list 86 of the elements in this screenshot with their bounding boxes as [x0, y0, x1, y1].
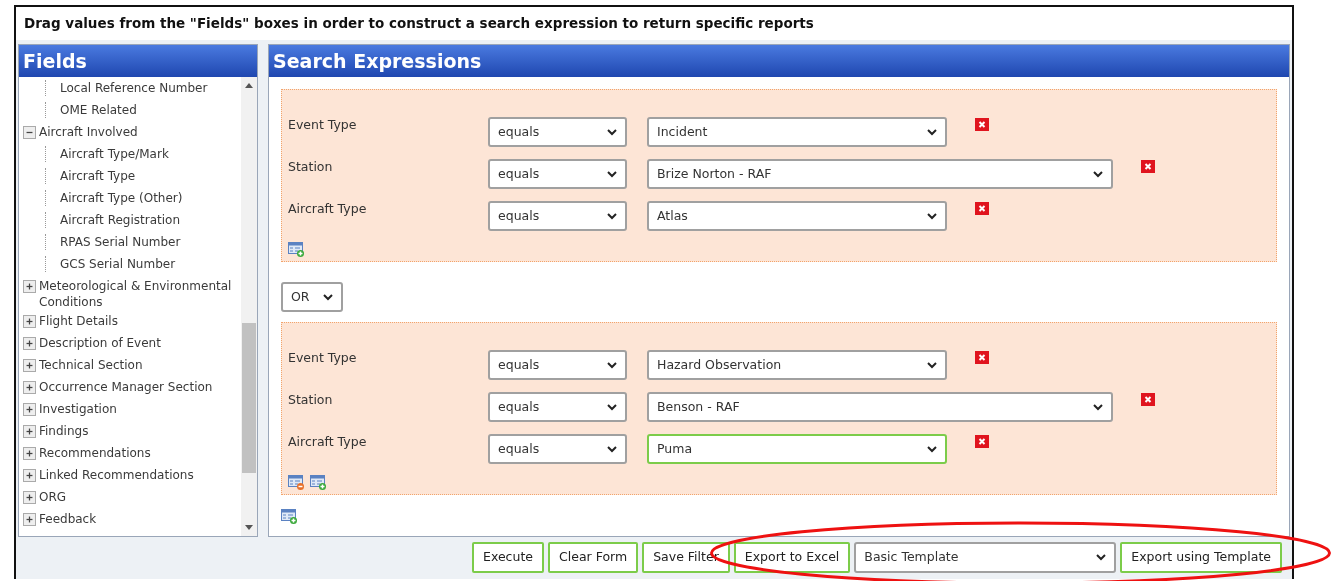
- scrollbar[interactable]: [241, 77, 257, 536]
- field-label: Event Type: [288, 116, 358, 134]
- instruction-text: Drag values from the "Fields" boxes in order to construct a search expression to return specific reports: [16, 7, 1292, 40]
- remove-row-icon[interactable]: [288, 475, 305, 490]
- add-row-icon[interactable]: [310, 475, 327, 490]
- delete-icon[interactable]: [975, 351, 989, 364]
- delete-icon[interactable]: [1141, 393, 1155, 406]
- tree-item[interactable]: Flight Details: [39, 313, 118, 329]
- chevron-icon: [1093, 170, 1103, 178]
- tree-item[interactable]: Aircraft Type (Other): [45, 190, 183, 206]
- panel-title: Fields: [19, 45, 257, 77]
- action-button[interactable]: Execute: [472, 542, 544, 573]
- operator-select[interactable]: equals: [488, 117, 627, 147]
- expand-icon[interactable]: [23, 381, 36, 394]
- tree-item[interactable]: RPAS Serial Number: [45, 234, 181, 250]
- tree-item[interactable]: Description of Event: [39, 335, 161, 351]
- tree-item[interactable]: Technical Section: [39, 357, 143, 373]
- field-label: Event Type: [288, 349, 358, 367]
- value-select[interactable]: Puma: [647, 434, 947, 464]
- tree-item[interactable]: Feedback: [39, 511, 97, 527]
- field-label: Station: [288, 391, 334, 409]
- value-select[interactable]: Hazard Observation: [647, 350, 947, 380]
- delete-icon[interactable]: [975, 435, 989, 448]
- tree-item[interactable]: Investigation: [39, 401, 117, 417]
- chevron-icon: [927, 128, 937, 136]
- add-row-icon[interactable]: [288, 242, 305, 257]
- expand-icon[interactable]: [23, 359, 36, 372]
- chevron-icon: [1096, 554, 1107, 561]
- tree-item[interactable]: Recommendations: [39, 445, 151, 461]
- chevron-icon: [607, 212, 617, 220]
- tree-item[interactable]: Linked Recommendations: [39, 467, 194, 483]
- tree-item[interactable]: Meteorological & Environmental Conditions: [39, 278, 241, 310]
- export-button[interactable]: Export using Template: [1120, 542, 1282, 573]
- template-select[interactable]: Basic Template: [854, 542, 1117, 573]
- expand-icon[interactable]: [23, 491, 36, 504]
- chevron-icon: [1093, 403, 1103, 411]
- chevron-icon: [607, 170, 617, 178]
- field-label: Aircraft Type: [288, 200, 368, 218]
- scroll-up-icon[interactable]: [245, 83, 253, 88]
- operator-select[interactable]: equals: [488, 350, 627, 380]
- tree-item[interactable]: OME Related: [45, 102, 137, 118]
- operator-select[interactable]: equals: [488, 392, 627, 422]
- tree-item[interactable]: Aircraft Registration: [45, 212, 180, 228]
- delete-icon[interactable]: [975, 202, 989, 215]
- expand-icon[interactable]: [23, 425, 36, 438]
- delete-icon[interactable]: [1141, 160, 1155, 173]
- tree-item[interactable]: ORG: [39, 489, 67, 505]
- tree-item[interactable]: Occurrence Manager Section: [39, 379, 213, 395]
- value-select[interactable]: Incident: [647, 117, 947, 147]
- chevron-icon: [607, 403, 617, 411]
- action-button[interactable]: Clear Form: [548, 542, 639, 573]
- chevron-icon: [607, 361, 617, 369]
- value-select[interactable]: Benson - RAF: [647, 392, 1113, 422]
- chevron-icon: [607, 445, 617, 453]
- connector-select[interactable]: OR: [281, 282, 343, 312]
- expand-icon[interactable]: [23, 513, 36, 526]
- chevron-icon: [927, 212, 937, 220]
- expand-icon[interactable]: [23, 280, 36, 293]
- expand-icon[interactable]: [23, 337, 36, 350]
- operator-select[interactable]: equals: [488, 159, 627, 189]
- panel-title: Search Expressions: [269, 45, 1289, 77]
- expand-icon[interactable]: [23, 469, 36, 482]
- delete-icon[interactable]: [975, 118, 989, 131]
- expand-icon[interactable]: [23, 447, 36, 460]
- chevron-icon: [607, 128, 617, 136]
- tree-item[interactable]: GCS Serial Number: [45, 256, 176, 272]
- scroll-down-icon[interactable]: [245, 525, 253, 530]
- expand-icon[interactable]: [23, 315, 36, 328]
- operator-select[interactable]: equals: [488, 434, 627, 464]
- tree-item[interactable]: Aircraft Type: [45, 168, 136, 184]
- operator-select[interactable]: equals: [488, 201, 627, 231]
- add-group-icon[interactable]: [281, 509, 298, 524]
- chevron-icon: [927, 361, 937, 369]
- collapse-icon[interactable]: [23, 126, 36, 139]
- tree-item[interactable]: Findings: [39, 423, 89, 439]
- expand-icon[interactable]: [23, 403, 36, 416]
- field-label: Aircraft Type: [288, 433, 368, 451]
- chevron-icon: [927, 445, 937, 453]
- tree-item[interactable]: Aircraft Type/Mark: [45, 146, 169, 162]
- chevron-icon: [323, 293, 333, 301]
- value-select[interactable]: Brize Norton - RAF: [647, 159, 1113, 189]
- action-button[interactable]: Export to Excel: [733, 542, 851, 573]
- field-label: Station: [288, 158, 334, 176]
- tree-item[interactable]: Aircraft Involved: [39, 124, 138, 140]
- value-select[interactable]: Atlas: [647, 201, 947, 231]
- tree-item[interactable]: Local Reference Number: [45, 80, 208, 96]
